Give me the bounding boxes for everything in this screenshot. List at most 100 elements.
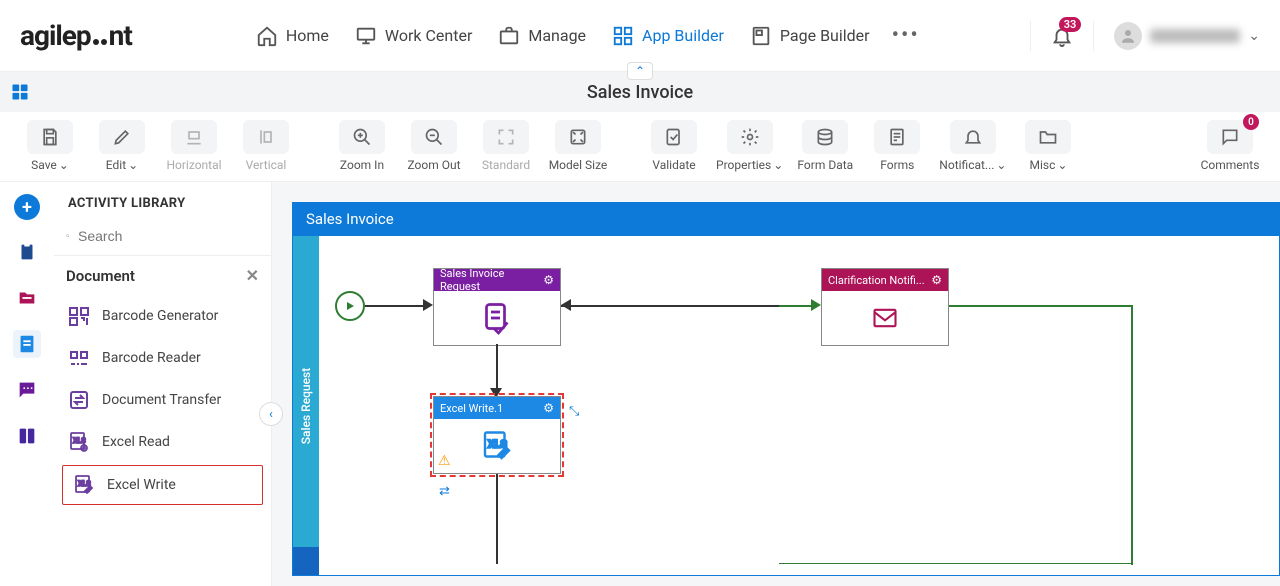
monitor-icon — [355, 25, 377, 47]
validate-icon — [664, 127, 684, 147]
node-sales-invoice-request[interactable]: Sales Invoice Request ⚙ — [433, 268, 561, 346]
excel-read-icon: XLS — [66, 429, 92, 455]
divider — [1030, 21, 1031, 51]
node-excel-write[interactable]: Excel Write.1 ⚙ XLS ⚠ — [433, 396, 561, 474]
chevron-down-icon: ⌄ — [59, 158, 69, 172]
grid-icon — [612, 25, 634, 47]
notifications-badge: 33 — [1059, 17, 1082, 32]
edit-button[interactable]: Edit ⌄ — [92, 120, 152, 172]
mail-icon — [867, 304, 903, 332]
rail-columns[interactable] — [13, 422, 41, 450]
add-activity-button[interactable]: + — [14, 194, 40, 220]
user-menu[interactable]: ⌄ — [1114, 22, 1260, 50]
sync-icon[interactable]: ⇄ — [439, 484, 450, 499]
username — [1150, 29, 1240, 43]
model-size-button[interactable]: Model Size — [548, 120, 608, 172]
lib-item-label: Barcode Reader — [102, 350, 201, 366]
nav-work-center-label: Work Center — [385, 26, 472, 45]
nav-app-builder[interactable]: App Builder — [608, 19, 728, 53]
lib-item-barcode-generator[interactable]: Barcode Generator — [54, 295, 271, 337]
fit-icon — [496, 127, 516, 147]
workflow-canvas[interactable]: Sales Request Sales Invoice Request ⚙ — [292, 236, 1280, 576]
canvas-title: Sales Invoice — [292, 202, 1280, 236]
lib-item-label: Barcode Generator — [102, 308, 218, 324]
collapse-sidebar-button[interactable]: ‹ — [259, 402, 283, 426]
collapse-top-button[interactable]: ⌃ — [627, 62, 653, 80]
zoom-out-button[interactable]: Zoom Out — [404, 120, 464, 172]
align-horizontal-button[interactable]: Horizontal — [164, 120, 224, 172]
nav-page-builder[interactable]: Page Builder — [746, 19, 874, 53]
comments-badge: 0 — [1243, 114, 1259, 130]
close-icon[interactable]: ✕ — [246, 266, 259, 285]
form-check-icon — [479, 300, 515, 336]
swimlane-label: Sales Request — [293, 236, 319, 575]
save-icon — [40, 127, 60, 147]
folder-tab-icon — [16, 287, 38, 309]
excel-write-icon: XLS — [479, 428, 515, 464]
align-horizontal-icon — [184, 127, 204, 147]
properties-button[interactable]: Properties ⌄ — [716, 120, 783, 172]
notifications-bell[interactable]: 33 — [1051, 25, 1073, 47]
barcode-scan-icon — [66, 345, 92, 371]
play-icon — [344, 300, 356, 312]
edit-icon — [112, 127, 132, 147]
nav-work-center[interactable]: Work Center — [351, 19, 476, 53]
node-title: Sales Invoice Request — [440, 267, 543, 293]
gear-icon[interactable]: ⚙ — [543, 273, 554, 287]
node-title: Excel Write.1 — [440, 402, 503, 415]
gear-icon[interactable]: ⚙ — [931, 273, 942, 287]
divider — [1093, 21, 1094, 51]
form-data-button[interactable]: Form Data — [795, 120, 855, 172]
nav-manage-label: Manage — [528, 26, 586, 45]
columns-icon — [16, 425, 38, 447]
nav-page-builder-label: Page Builder — [780, 26, 870, 45]
nav-manage[interactable]: Manage — [494, 19, 590, 53]
misc-button[interactable]: Misc ⌄ — [1018, 120, 1078, 172]
lib-item-excel-write[interactable]: XLS Excel Write — [62, 465, 263, 505]
database-icon — [815, 127, 835, 147]
search-input[interactable] — [78, 228, 259, 244]
rail-folder[interactable] — [13, 284, 41, 312]
node-resize-handle[interactable]: ⤡ — [569, 404, 579, 419]
lib-item-barcode-reader[interactable]: Barcode Reader — [54, 337, 271, 379]
search-icon — [66, 227, 70, 245]
lib-item-label: Document Transfer — [102, 392, 221, 408]
rail-clipboard[interactable] — [13, 238, 41, 266]
chevron-down-icon: ⌄ — [1057, 158, 1067, 172]
node-title: Clarification Notifi... — [828, 274, 925, 287]
barcode-icon — [66, 303, 92, 329]
nav-app-builder-label: App Builder — [642, 26, 724, 45]
category-label: Document — [66, 267, 135, 285]
forms-button[interactable]: Forms — [867, 120, 927, 172]
form-icon — [887, 127, 907, 147]
excel-write-icon: XLS — [71, 472, 97, 498]
comments-button[interactable]: 0 Comments — [1200, 120, 1260, 172]
node-clarification[interactable]: Clarification Notifi... ⚙ — [821, 268, 949, 346]
rail-document[interactable] — [13, 330, 41, 358]
validate-button[interactable]: Validate — [644, 120, 704, 172]
page-title: Sales Invoice — [587, 82, 693, 103]
apps-grid-button[interactable] — [0, 82, 40, 102]
align-vertical-icon — [256, 127, 276, 147]
home-icon — [256, 25, 278, 47]
start-node[interactable] — [335, 291, 365, 321]
zoom-in-button[interactable]: Zoom In — [332, 120, 392, 172]
expand-icon — [568, 127, 588, 147]
align-vertical-button[interactable]: Vertical — [236, 120, 296, 172]
bell-icon — [963, 127, 983, 147]
lib-item-label: Excel Write — [107, 477, 176, 493]
nav-home[interactable]: Home — [252, 19, 333, 53]
zoom-standard-button[interactable]: Standard — [476, 120, 536, 172]
lib-item-excel-read[interactable]: XLS Excel Read — [54, 421, 271, 463]
save-button[interactable]: Save ⌄ — [20, 120, 80, 172]
gear-icon[interactable]: ⚙ — [543, 401, 554, 415]
search-input-wrapper — [54, 221, 271, 256]
swimlane-footer — [293, 547, 319, 575]
nav-more[interactable]: ••• — [892, 23, 920, 48]
nav-home-label: Home — [286, 26, 329, 45]
page-icon — [750, 25, 772, 47]
lib-item-document-transfer[interactable]: Document Transfer — [54, 379, 271, 421]
brand-logo: agilepnt — [20, 19, 132, 52]
notifications-toolbar-button[interactable]: Notificat... ⌄ — [939, 120, 1006, 172]
rail-chat[interactable] — [13, 376, 41, 404]
